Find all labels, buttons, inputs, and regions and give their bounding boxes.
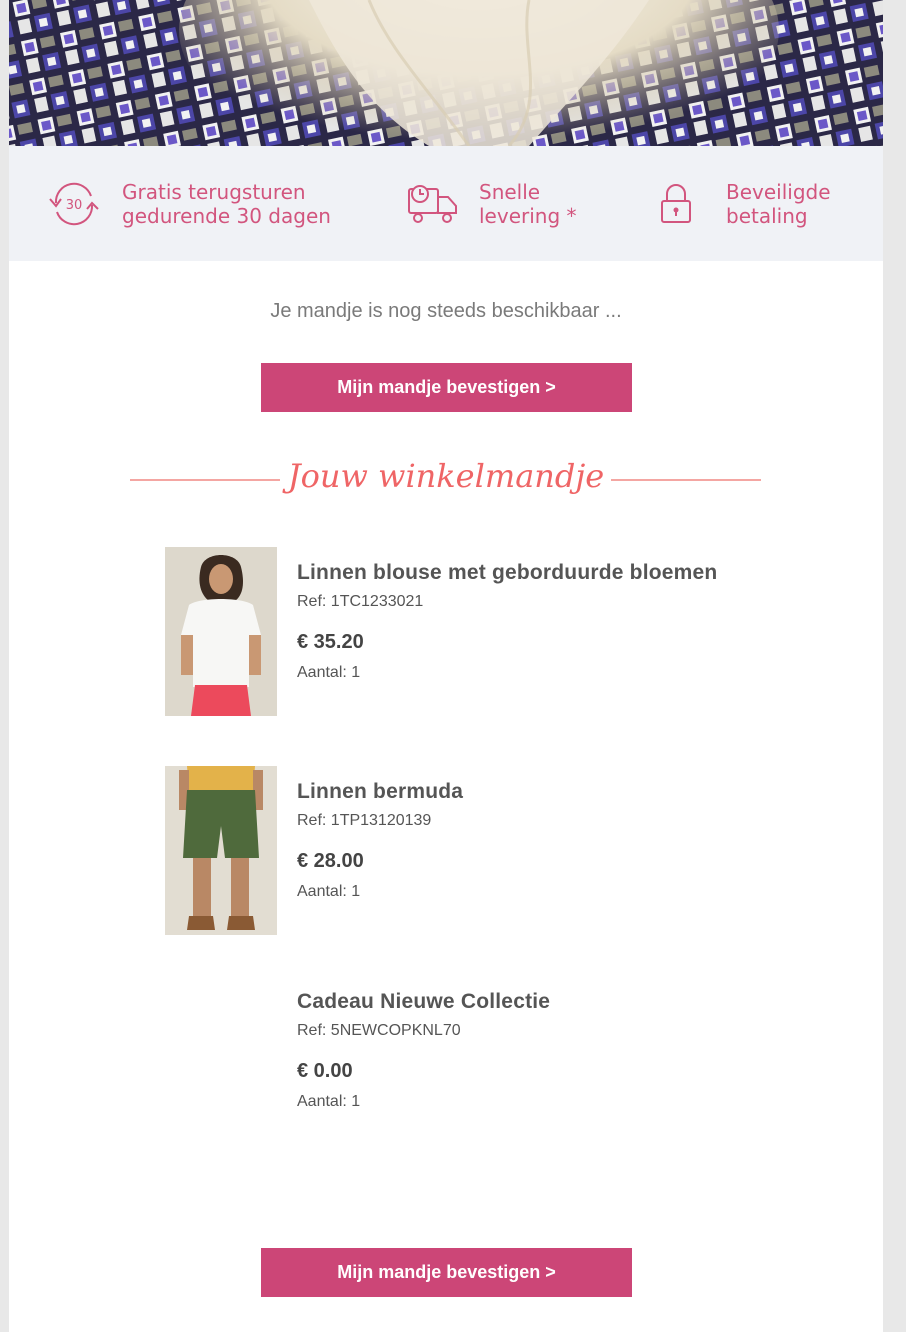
cart-available-text: Je mandje is nog steeds beschikbaar ... [270, 300, 622, 322]
benefit-free-returns: 30 Gratis terugsturen gedurende 30 dagen [47, 146, 331, 261]
product-info: Linnen blouse met geborduurde bloemen Re… [297, 561, 717, 682]
email-body: 30 Gratis terugsturen gedurende 30 dagen… [9, 0, 883, 1332]
cart-section-title: Jouw winkelmandje [287, 457, 605, 495]
product-image[interactable] [165, 547, 277, 716]
svg-text:30: 30 [66, 198, 83, 213]
return-30-icon: 30 [49, 182, 99, 225]
benefit-fast-delivery: Snelle levering * [407, 146, 577, 261]
cart-item: Linnen blouse met geborduurde bloemen Re… [165, 547, 785, 717]
benefit-line-2: betaling [726, 203, 808, 228]
cart-item: Cadeau Nieuwe Collectie Ref: 5NEWCOPKNL7… [165, 976, 785, 1146]
benefit-free-returns-text: Gratis terugsturen gedurende 30 dagen [122, 180, 331, 228]
padlock-icon [661, 183, 691, 223]
benefit-line-1: Gratis terugsturen [122, 179, 306, 204]
product-ref: Ref: 1TC1233021 [297, 593, 424, 610]
product-quantity: Aantal: 1 [297, 664, 361, 681]
product-quantity: Aantal: 1 [297, 1093, 361, 1110]
benefits-bar: 30 Gratis terugsturen gedurende 30 dagen… [9, 146, 883, 261]
product-name[interactable]: Linnen bermuda [297, 780, 463, 804]
benefit-fast-delivery-text: Snelle levering * [479, 180, 577, 228]
confirm-cart-button-bottom[interactable]: Mijn mandje bevestigen > [261, 1248, 632, 1297]
benefit-line-2: levering * [479, 203, 577, 228]
product-ref: Ref: 5NEWCOPKNL70 [297, 1022, 461, 1039]
cart-item: Linnen bermuda Ref: 1TP13120139 € 28.00 … [165, 766, 785, 936]
confirm-cart-button-top[interactable]: Mijn mandje bevestigen > [261, 363, 632, 412]
benefit-line-1: Beveiligde [726, 179, 831, 204]
product-price: € 0.00 [297, 1060, 353, 1082]
product-name[interactable]: Cadeau Nieuwe Collectie [297, 990, 550, 1014]
product-image[interactable] [165, 766, 277, 935]
product-ref: Ref: 1TP13120139 [297, 812, 432, 829]
product-price: € 28.00 [297, 850, 364, 872]
benefit-secure-payment-text: Beveiligde betaling [726, 180, 831, 228]
product-price: € 35.20 [297, 631, 364, 653]
cart-section-heading: Jouw winkelmandje [9, 455, 883, 505]
benefit-secure-payment: Beveiligde betaling [659, 146, 831, 261]
benefit-line-2: gedurende 30 dagen [122, 203, 331, 228]
delivery-truck-icon [408, 184, 457, 223]
product-info: Cadeau Nieuwe Collectie Ref: 5NEWCOPKNL7… [297, 990, 550, 1111]
benefit-line-1: Snelle [479, 179, 541, 204]
product-name[interactable]: Linnen blouse met geborduurde bloemen [297, 561, 717, 585]
hero-banner-image[interactable] [9, 0, 883, 146]
product-info: Linnen bermuda Ref: 1TP13120139 € 28.00 … [297, 780, 463, 901]
heading-divider-right [611, 479, 761, 481]
product-quantity: Aantal: 1 [297, 883, 361, 900]
